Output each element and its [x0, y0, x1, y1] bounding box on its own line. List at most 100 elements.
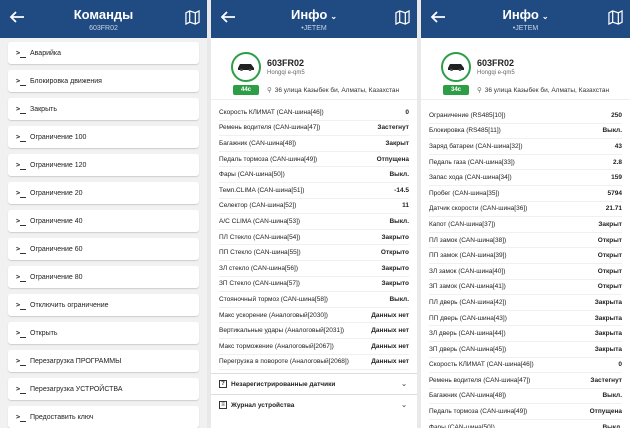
- sensor-row: Скорость КЛИМАТ (CAN-шина[46]) 0: [429, 358, 622, 374]
- command-label: Открыть: [30, 329, 58, 337]
- sensor-label: Капот (CAN-шина[37]): [429, 220, 496, 228]
- terminal-icon: >: [16, 245, 30, 254]
- command-item[interactable]: > Открыть: [8, 322, 199, 344]
- terminal-icon: >: [16, 385, 30, 394]
- command-item[interactable]: > Блокировка движения: [8, 70, 199, 92]
- sensor-row: Перегрузка в повороте (Аналоговый[2068])…: [219, 355, 409, 371]
- location-pin-icon: ⚲: [477, 87, 482, 94]
- terminal-icon: >: [16, 161, 30, 170]
- sensor-label: Скорость КЛИМАТ (CAN-шина[46]): [429, 361, 534, 369]
- terminal-icon: >: [16, 133, 30, 142]
- info-title[interactable]: Инфо ⌄: [421, 7, 630, 22]
- sensor-label: Фары (CAN-шина[50]): [429, 423, 495, 428]
- car-avatar: [231, 52, 261, 82]
- terminal-icon: >: [16, 189, 30, 198]
- terminal-icon: >: [16, 329, 30, 338]
- sensor-list: Скорость КЛИМАТ (CAN-шина[46]) 0 Ремень во…: [211, 100, 417, 371]
- command-item[interactable]: > Аварийка: [8, 42, 199, 64]
- sensor-row: Стояночный тормоз (CAN-шина[58]) Выкл.: [219, 292, 409, 308]
- question-icon: ?: [219, 380, 227, 389]
- command-item[interactable]: > Перезагрузка УСТРОЙСТВА: [8, 378, 199, 400]
- chevron-down-icon: ⌄: [541, 12, 549, 21]
- terminal-icon: >: [16, 49, 30, 58]
- command-label: Отключить ограничение: [30, 301, 109, 309]
- sensor-label: Темп.CLIMA (CAN-шина[51]): [219, 186, 305, 194]
- command-item[interactable]: > Ограничение 120: [8, 154, 199, 176]
- command-item[interactable]: > Предоставить ключ: [8, 406, 199, 428]
- sensor-label: Заряд батареи (CAN-шина[32]): [429, 142, 523, 150]
- sensor-row: Макс ускорение (Аналоговый[2030]) Данных …: [219, 308, 409, 324]
- sensor-value: 0: [405, 108, 409, 116]
- sensor-value: Данных нет: [371, 311, 409, 319]
- log-icon: ≡: [219, 401, 227, 410]
- sensor-row: Педаль газа (CAN-шина[33]) 2.8: [429, 155, 622, 171]
- sensor-value: Застегнут: [590, 376, 622, 384]
- sensor-row: ПЛ замок (CAN-шина[38]) Открыт: [429, 233, 622, 249]
- sensor-label: Педаль тормоза (CAN-шина[49]): [219, 155, 318, 163]
- sensor-value: Закрыта: [594, 314, 622, 322]
- sensor-label: A/C CLIMA (CAN-шина[53]): [219, 217, 301, 225]
- sensor-label: ЗП Стекло (CAN-шина[57]): [219, 280, 300, 288]
- sensor-row: Вертикальные удары (Аналоговый[2031]) Дан…: [219, 323, 409, 339]
- command-list: > Аварийка > Блокировка движения > Закрыть > Ог…: [0, 38, 207, 428]
- command-item[interactable]: > Ограничение 80: [8, 266, 199, 288]
- sensor-label: Блокировка (RS485[11]): [429, 127, 501, 135]
- sensor-value: Выкл.: [389, 217, 409, 225]
- command-item[interactable]: > Ограничение 20: [8, 182, 199, 204]
- command-item[interactable]: > Закрыть: [8, 98, 199, 120]
- sensor-value: Открыт: [597, 267, 622, 275]
- sensor-label: Макс ускорение (Аналоговый[2030]): [219, 311, 328, 319]
- sensor-row: ПП Стекло (CAN-шина[55]) Открыто: [219, 245, 409, 261]
- map-icon[interactable]: [185, 10, 200, 25]
- sensor-value: Застегнут: [377, 124, 409, 132]
- sensor-label: Стояночный тормоз (CAN-шина[58]): [219, 295, 328, 303]
- sensor-label: Ремень водителя (CAN-шина[47]): [429, 376, 531, 384]
- command-item[interactable]: > Перезагрузка ПРОГРАММЫ: [8, 350, 199, 372]
- map-icon[interactable]: [395, 10, 410, 25]
- device-log-section[interactable]: ≡ Журнал устройства ⌄: [211, 394, 417, 415]
- sensor-value: Закрыто: [381, 280, 409, 288]
- sensor-value: Открыт: [597, 236, 622, 244]
- sensor-label: Багажник (CAN-шина[48]): [219, 139, 297, 147]
- sensor-label: Ремень водителя (CAN-шина[47]): [219, 124, 321, 132]
- info-title[interactable]: Инфо ⌄: [211, 7, 417, 22]
- command-item[interactable]: > Ограничение 100: [8, 126, 199, 148]
- sensor-label: ЗЛ замок (CAN-шина[40]): [429, 267, 506, 275]
- unregistered-sensors-section[interactable]: ? Незарегистрированные датчики ⌄: [211, 373, 417, 394]
- sensor-row: ЗЛ дверь (CAN-шина[44]) Закрыта: [429, 326, 622, 342]
- sensor-value: Выкл.: [602, 392, 622, 400]
- sensor-label: ПЛ замок (CAN-шина[38]): [429, 236, 507, 244]
- command-label: Ограничение 100: [30, 133, 87, 141]
- terminal-icon: >: [16, 105, 30, 114]
- sensor-value: Выкл.: [602, 423, 622, 428]
- sensor-label: Скорость КЛИМАТ (CAN-шина[46]): [219, 108, 324, 116]
- commands-header: Команды 603FR02: [0, 0, 207, 38]
- vehicle-card: 44с 603FR02 Hongqi e-qm5 ⚲ 36 улица Казыб…: [211, 38, 417, 100]
- sensor-label: ПП замок (CAN-шина[39]): [429, 252, 507, 260]
- sensor-row: Заряд батареи (CAN-шина[32]) 43: [429, 139, 622, 155]
- commands-subtitle: 603FR02: [89, 25, 118, 32]
- command-label: Аварийка: [30, 49, 62, 57]
- command-label: Перезагрузка УСТРОЙСТВА: [30, 385, 123, 393]
- terminal-icon: >: [16, 77, 30, 86]
- info-panel-1: Инфо ⌄ •JETEM 44с 603FR02 Hongqi e-qm5 ⚲ 3…: [211, 0, 417, 428]
- command-item[interactable]: > Ограничение 60: [8, 238, 199, 260]
- sensor-row: Пробег (CAN-шина[35]) 5794: [429, 186, 622, 202]
- sensor-row: Ограничение (RS485[10]) 250: [429, 108, 622, 124]
- map-icon[interactable]: [608, 10, 623, 25]
- terminal-icon: >: [16, 413, 30, 422]
- sensor-label: Пробег (CAN-шина[35]): [429, 189, 500, 197]
- sensor-label: Педаль газа (CAN-шина[33]): [429, 158, 515, 166]
- vehicle-model: Hongqi e-qm5: [477, 70, 515, 76]
- command-item[interactable]: > Ограничение 40: [8, 210, 199, 232]
- sensor-row: Датчик скорости (CAN-шина[36]) 21.71: [429, 202, 622, 218]
- sensor-value: 159: [611, 174, 622, 182]
- sensor-label: Ограничение (RS485[10]): [429, 111, 506, 119]
- car-icon: [238, 64, 254, 71]
- location-pin-icon: ⚲: [267, 87, 272, 94]
- sensor-row: Капот (CAN-шина[37]) Закрыт: [429, 217, 622, 233]
- vehicle-plate: 603FR02: [477, 58, 515, 68]
- sensor-row: ЗЛ замок (CAN-шина[40]) Открыт: [429, 264, 622, 280]
- command-item[interactable]: > Отключить ограничение: [8, 294, 199, 316]
- section-label: Незарегистрированные датчики: [231, 380, 336, 388]
